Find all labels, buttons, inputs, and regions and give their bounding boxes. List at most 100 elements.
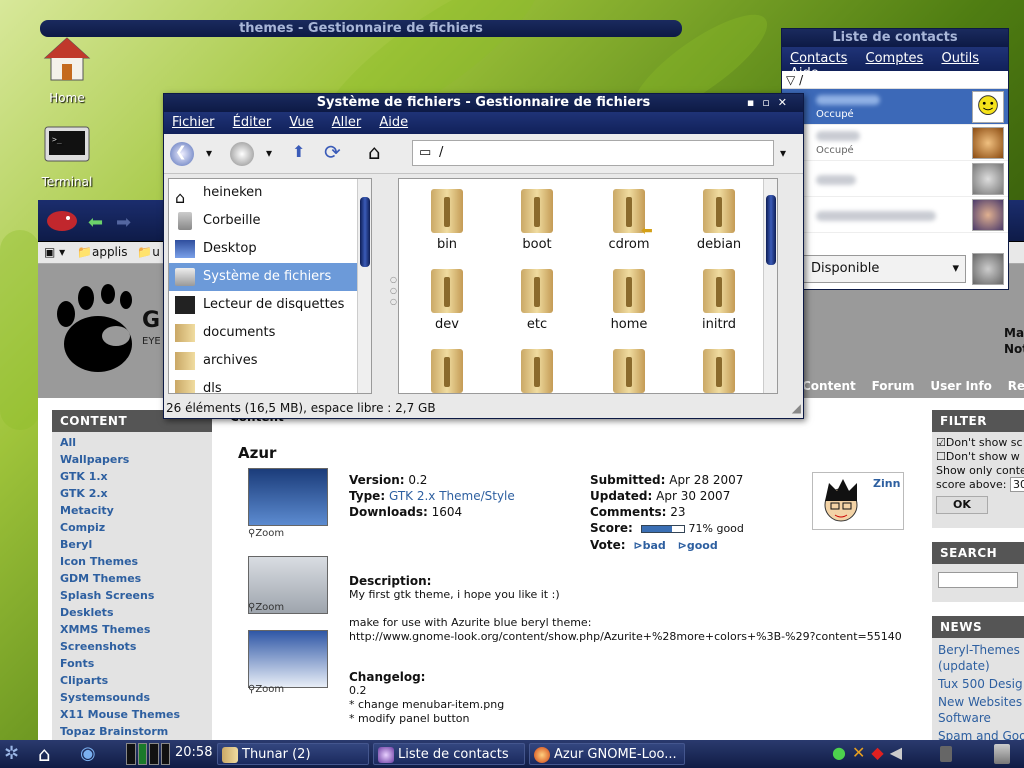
status-online-icon[interactable]: ● [832, 743, 846, 762]
pane-resize-handle[interactable]: ○ ○ ○ [390, 274, 397, 310]
folder-item-etc[interactable]: etc [497, 269, 577, 332]
forward-button[interactable] [230, 142, 254, 166]
category-link[interactable]: Compiz [52, 519, 212, 536]
vote-good-link[interactable]: ⊳good [678, 539, 718, 552]
vote-bad-link[interactable]: ⊳bad [633, 539, 665, 552]
sidebar-item-filesystem[interactable]: Système de fichiers [169, 263, 371, 291]
contacts-titlebar[interactable]: Liste de contacts [782, 29, 1008, 47]
nav-link-content[interactable]: Content [802, 379, 856, 393]
app-menu-icon[interactable]: ✲ [4, 743, 19, 764]
battery-icon[interactable] [940, 746, 952, 762]
location-dropdown-chevron[interactable]: ▾ [780, 146, 786, 160]
menu-vue[interactable]: Vue [289, 115, 313, 130]
menu-comptes[interactable]: Comptes [866, 51, 924, 66]
screenshot-thumbnail[interactable] [248, 468, 328, 526]
maximize-icon[interactable]: ▫ [762, 96, 777, 109]
folder-item-cdrom[interactable]: cdrom ⬅ [589, 189, 669, 252]
menu-aide[interactable]: Aide [379, 115, 408, 130]
folder-item[interactable] [589, 349, 669, 393]
location-bar[interactable]: ▭ / [412, 140, 774, 166]
file-manager-window[interactable]: Système de fichiers - Gestionnaire de fi… [163, 93, 804, 419]
score-input[interactable]: 30 [1010, 477, 1024, 492]
self-avatar[interactable] [972, 253, 1004, 285]
menu-editer[interactable]: Éditer [233, 115, 272, 130]
clock[interactable]: 20:58 [175, 745, 212, 760]
zoom-link[interactable]: ⚲Zoom [248, 684, 284, 695]
desktop-icon-home[interactable]: Home [32, 36, 102, 105]
author-name[interactable]: Zinn [873, 477, 900, 490]
checkbox-unchecked[interactable]: ☐ [936, 450, 946, 463]
ruby-icon[interactable]: ◆ [871, 743, 883, 762]
menu-aller[interactable]: Aller [332, 115, 361, 130]
scrollbar-thumb[interactable] [766, 195, 776, 265]
news-link[interactable]: Software [938, 710, 1018, 726]
zoom-link[interactable]: ⚲Zoom [248, 528, 284, 539]
category-link[interactable]: Beryl [52, 536, 212, 553]
folder-item-debian[interactable]: debian [679, 189, 759, 252]
folder-item[interactable] [407, 349, 487, 393]
folder-item[interactable] [679, 349, 759, 393]
folder-item-initrd[interactable]: initrd [679, 269, 759, 332]
filter-option-1[interactable]: ☑Don't show sc [936, 436, 1023, 450]
category-link[interactable]: Fonts [52, 655, 212, 672]
category-link[interactable]: Metacity [52, 502, 212, 519]
sidebar-item-heineken[interactable]: ⌂ heineken [169, 179, 371, 207]
folder-item[interactable] [497, 349, 577, 393]
folder-item-bin[interactable]: bin [407, 189, 487, 252]
author-box[interactable]: Zinn [812, 472, 904, 530]
news-link[interactable]: New Websites [938, 694, 1022, 710]
sidebar-item-trash[interactable]: Corbeille [169, 207, 371, 235]
category-link[interactable]: Splash Screens [52, 587, 212, 604]
minimize-icon[interactable]: ▪ [747, 96, 762, 109]
category-link[interactable]: Screenshots [52, 638, 212, 655]
menu-contacts[interactable]: Contacts [790, 51, 847, 66]
category-link[interactable]: Topaz Brainstorm [52, 723, 212, 740]
home-icon[interactable]: ⌂ [368, 140, 381, 164]
sidebar-item-archives[interactable]: archives [169, 347, 371, 375]
forward-arrow-icon[interactable]: ➡ [116, 212, 131, 233]
category-link[interactable]: Wallpapers [52, 451, 212, 468]
close-icon[interactable]: ✕ [778, 96, 795, 109]
sidebar-item-desktop[interactable]: Desktop [169, 235, 371, 263]
category-link[interactable]: GTK 1.x [52, 468, 212, 485]
zoom-link[interactable]: ⚲Zoom [248, 602, 284, 613]
news-link[interactable]: Beryl-Themes [938, 642, 1020, 658]
menu-outils[interactable]: Outils [941, 51, 979, 66]
nav-link-register[interactable]: Regis [1008, 379, 1024, 393]
news-link[interactable]: Tux 500 Desig [938, 676, 1023, 692]
sidebar-item-documents[interactable]: documents [169, 319, 371, 347]
trash-icon[interactable] [994, 744, 1010, 764]
volume-icon[interactable]: ◀ [890, 743, 902, 762]
collapse-triangle-icon[interactable]: ▽ [786, 73, 795, 87]
category-link[interactable]: Desklets [52, 604, 212, 621]
home-launcher-icon[interactable]: ⌂ [38, 742, 51, 766]
workspace-switcher[interactable] [126, 743, 170, 765]
desktop-icon-terminal[interactable]: >_ Terminal [32, 126, 102, 189]
browser-launcher-icon[interactable]: ◉ [80, 743, 96, 764]
category-link[interactable]: GTK 2.x [52, 485, 212, 502]
contact-row[interactable] [782, 161, 1008, 197]
menu-fichier[interactable]: Fichier [172, 115, 215, 130]
task-button-contacts[interactable]: Liste de contacts [373, 743, 525, 765]
filter-option-2[interactable]: ☐Don't show w [936, 450, 1020, 464]
contact-row[interactable] [782, 197, 1008, 233]
reload-icon[interactable]: ⟳ [324, 140, 341, 164]
forward-history-chevron[interactable]: ▾ [266, 146, 272, 160]
back-history-chevron[interactable]: ▾ [206, 146, 212, 160]
news-link[interactable]: (update) [938, 658, 1018, 674]
up-arrow-icon[interactable]: ⬆ [292, 142, 305, 161]
filter-ok-button[interactable]: OK [936, 496, 988, 514]
tools-icon[interactable]: ✕ [852, 743, 865, 762]
sidebar-item-floppy[interactable]: Lecteur de disquettes [169, 291, 371, 319]
contact-row[interactable]: Occupé [782, 125, 1008, 161]
folder-item-dev[interactable]: dev [407, 269, 487, 332]
task-button-browser[interactable]: Azur GNOME-Loo... [529, 743, 685, 765]
folder-item-boot[interactable]: boot [497, 189, 577, 252]
contacts-window[interactable]: Liste de contacts Contacts Comptes Outil… [781, 28, 1009, 290]
resize-grip-icon[interactable]: ◢ [792, 398, 801, 418]
bookmark-folder-u[interactable]: 📁u [137, 245, 160, 259]
background-window-titlebar[interactable]: themes - Gestionnaire de fichiers [40, 20, 682, 37]
category-link[interactable]: Systemsounds [52, 689, 212, 706]
file-manager-titlebar[interactable]: Système de fichiers - Gestionnaire de fi… [164, 94, 803, 112]
icon-view-scrollbar[interactable] [763, 179, 777, 393]
